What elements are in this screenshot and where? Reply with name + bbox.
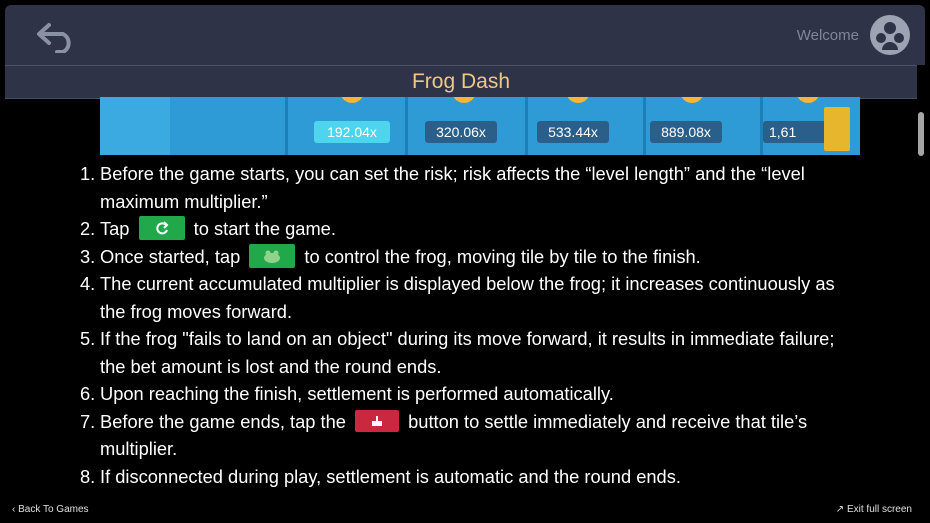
- coin-icon: [452, 97, 476, 103]
- rule-item: 6. Upon reaching the finish, settlement …: [80, 383, 614, 404]
- multiplier-chip: 889.08x: [650, 121, 722, 143]
- tile-divider: [643, 97, 646, 155]
- coin-icon: [680, 97, 704, 103]
- coin-icon: [796, 97, 820, 103]
- exit-fullscreen-link[interactable]: ↗ Exit full screen: [836, 504, 912, 515]
- scrollbar-thumb[interactable]: [918, 112, 924, 156]
- multiplier-chip: 320.06x: [425, 121, 497, 143]
- back-to-games-link[interactable]: ‹ Back To Games: [12, 504, 89, 515]
- gold-tile: [824, 107, 850, 151]
- multiplier-chip: 533.44x: [537, 121, 609, 143]
- coin-icon: [566, 97, 590, 103]
- frog-icon: [249, 243, 296, 268]
- coin-icon: [340, 97, 364, 103]
- rule-item: 7. Before the game ends, tap the button …: [80, 409, 808, 459]
- exit-fullscreen-icon: ↗: [835, 504, 845, 515]
- page-title: Frog Dash: [411, 70, 511, 93]
- rules-list: 1. Before the game starts, you can set t…: [80, 160, 850, 490]
- rule-item: 8. If disconnected during play, settleme…: [80, 465, 681, 487]
- welcome-text: Welcome: [796, 27, 859, 44]
- tile-divider: [525, 97, 528, 155]
- top-bar: Welcome: [5, 5, 925, 65]
- rule-item: 1. Before the game starts, you can set t…: [80, 163, 805, 212]
- avatar-icon[interactable]: [869, 14, 911, 56]
- rule-item: 5. If the frog "fails to land on an obje…: [80, 328, 835, 377]
- tile-divider: [285, 97, 288, 155]
- chevron-left-icon: ‹: [12, 504, 16, 515]
- tile-divider: [405, 97, 408, 155]
- game-preview-banner: 192.04x 320.06x 533.44x 889.08x 1,61: [100, 97, 860, 155]
- refresh-icon: [138, 216, 185, 241]
- tile-column: [100, 97, 170, 155]
- rule-item: 3. Once started, tap to control the frog…: [80, 243, 701, 268]
- multiplier-chip: 1,61: [763, 121, 829, 143]
- rule-item: 4. The current accumulated multiplier is…: [80, 273, 835, 322]
- multiplier-chip: 192.04x: [314, 121, 390, 143]
- cashout-icon: [355, 409, 400, 432]
- rule-item: 2. Tap to start the game.: [80, 216, 336, 241]
- back-arrow-icon[interactable]: [35, 21, 79, 54]
- title-bar: Frog Dash: [5, 65, 917, 99]
